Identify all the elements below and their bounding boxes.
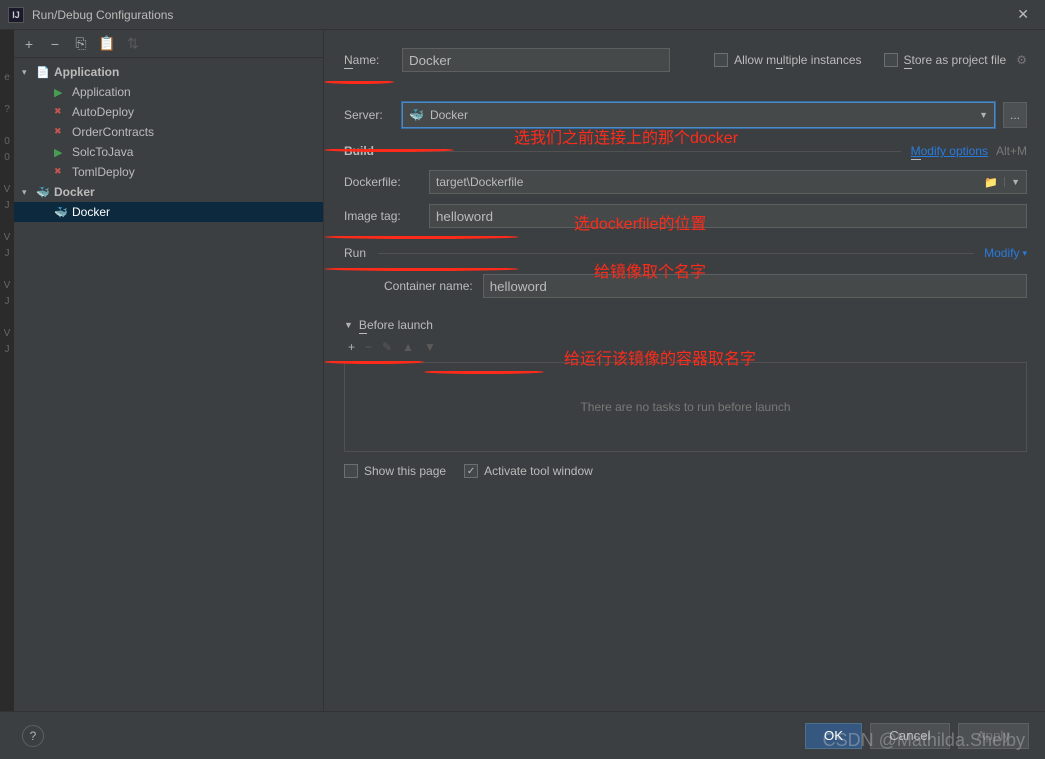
apply-button[interactable]: Apply <box>958 723 1029 749</box>
checkbox-label: Store as project file <box>904 53 1007 67</box>
build-section-title: Build <box>344 144 374 158</box>
dockerfile-label: Dockerfile: <box>344 175 419 189</box>
server-value: Docker <box>430 108 468 122</box>
checkbox-label: Allow multiple instances <box>734 53 861 67</box>
modify-run-link[interactable]: Modify <box>984 246 1019 260</box>
error-icon: ✖ <box>54 106 72 117</box>
ok-button[interactable]: OK <box>805 723 862 749</box>
title-bar: IJ Run/Debug Configurations ✕ <box>0 0 1045 30</box>
folder-icon[interactable]: 📁 <box>984 176 998 189</box>
chevron-down-icon: ▾ <box>22 67 36 78</box>
cancel-button[interactable]: Cancel <box>870 723 950 749</box>
docker-icon: 🐳 <box>36 186 54 199</box>
sidebar-toolbar: + − ⎘ 📋 ⇅ <box>14 30 323 58</box>
error-icon: ✖ <box>54 166 72 177</box>
add-config-button[interactable]: + <box>20 36 38 52</box>
main-panel: Name: Allow multiple instances Store as … <box>324 30 1045 759</box>
tree-label: Docker <box>54 185 95 199</box>
divider <box>378 253 974 254</box>
error-icon: ✖ <box>54 126 72 137</box>
container-label: Container name: <box>384 279 473 293</box>
checkbox-icon <box>344 464 358 478</box>
checkbox-checked-icon: ✓ <box>464 464 478 478</box>
chevron-down-icon[interactable]: ▼ <box>1004 177 1020 187</box>
docker-icon: 🐳 <box>54 206 72 219</box>
dockerfile-input[interactable]: target\Dockerfile 📁 ▼ <box>429 170 1027 194</box>
add-task-button[interactable]: + <box>348 340 355 354</box>
move-up-button[interactable]: ▲ <box>402 340 414 354</box>
allow-multi-checkbox[interactable]: Allow multiple instances <box>714 53 861 67</box>
before-launch-list: There are no tasks to run before launch <box>344 362 1027 452</box>
activate-tool-checkbox[interactable]: ✓ Activate tool window <box>464 464 593 478</box>
checkbox-icon <box>714 53 728 67</box>
chevron-down-icon: ▾ <box>22 187 36 198</box>
run-section-title: Run <box>344 246 366 260</box>
checkbox-label: Activate tool window <box>484 464 593 478</box>
checkbox-label: Show this page <box>364 464 446 478</box>
tree-label: SolcToJava <box>72 145 133 159</box>
tree-label: Application <box>54 65 119 79</box>
tree-item-autodeploy[interactable]: ✖AutoDeploy <box>14 102 323 122</box>
store-project-checkbox[interactable]: Store as project file ⚙ <box>884 53 1028 67</box>
tree-item-docker[interactable]: 🐳Docker <box>14 202 323 222</box>
chevron-down-icon: ▼ <box>344 320 353 330</box>
tree-item-solctojava[interactable]: ▶SolcToJava <box>14 142 323 162</box>
name-label: Name: <box>344 53 394 67</box>
left-gutter: e?00VJVJVJVJ <box>0 30 14 759</box>
gear-icon[interactable]: ⚙ <box>1016 53 1027 67</box>
folder-icon: 📄 <box>36 66 54 79</box>
checkbox-icon <box>884 53 898 67</box>
play-icon: ▶ <box>54 86 72 99</box>
imagetag-input[interactable] <box>429 204 1027 228</box>
chevron-down-icon: ▼ <box>979 110 988 120</box>
play-icon: ▶ <box>54 146 72 159</box>
tree-item-tomldeploy[interactable]: ✖TomlDeploy <box>14 162 323 182</box>
config-tree: ▾ 📄 Application ▶Application ✖AutoDeploy… <box>14 58 323 725</box>
chevron-down-icon: ▾ <box>1022 248 1027 259</box>
sort-config-button[interactable]: ⇅ <box>124 35 142 52</box>
tree-group-application[interactable]: ▾ 📄 Application <box>14 62 323 82</box>
docker-icon: 🐳 <box>409 108 424 122</box>
tree-item-ordercontracts[interactable]: ✖OrderContracts <box>14 122 323 142</box>
app-icon: IJ <box>8 7 24 23</box>
tree-item-application[interactable]: ▶Application <box>14 82 323 102</box>
dockerfile-value: target\Dockerfile <box>436 175 523 189</box>
move-down-button[interactable]: ▼ <box>424 340 436 354</box>
server-browse-button[interactable]: ... <box>1003 102 1027 128</box>
close-icon[interactable]: ✕ <box>1009 2 1037 27</box>
show-page-checkbox[interactable]: Show this page <box>344 464 446 478</box>
dialog-footer: ? OK Cancel Apply <box>0 711 1045 759</box>
copy-config-button[interactable]: ⎘ <box>72 35 90 52</box>
server-label: Server: <box>344 108 394 122</box>
before-launch-label: Before launch <box>359 318 433 332</box>
sidebar: + − ⎘ 📋 ⇅ ▾ 📄 Application ▶Application ✖… <box>14 30 324 759</box>
tree-label: TomlDeploy <box>72 165 135 179</box>
modify-options-link[interactable]: Modify options <box>911 144 988 158</box>
save-config-button[interactable]: 📋 <box>98 35 116 52</box>
edit-task-button[interactable]: ✎ <box>382 340 392 354</box>
imagetag-label: Image tag: <box>344 209 419 223</box>
tree-label: AutoDeploy <box>72 105 134 119</box>
window-title: Run/Debug Configurations <box>32 8 1009 22</box>
tree-label: Docker <box>72 205 110 219</box>
help-button[interactable]: ? <box>22 725 44 747</box>
remove-task-button[interactable]: − <box>365 340 372 354</box>
server-dropdown[interactable]: 🐳 Docker ▼ <box>402 102 995 128</box>
remove-config-button[interactable]: − <box>46 36 64 52</box>
shortcut-hint: Alt+M <box>996 144 1027 158</box>
name-input[interactable] <box>402 48 670 72</box>
empty-message: There are no tasks to run before launch <box>580 400 790 414</box>
tree-label: Application <box>72 85 131 99</box>
tree-label: OrderContracts <box>72 125 154 139</box>
before-launch-toggle[interactable]: ▼ Before launch <box>344 318 1027 332</box>
divider <box>386 151 901 152</box>
container-name-input[interactable] <box>483 274 1027 298</box>
tree-group-docker[interactable]: ▾ 🐳 Docker <box>14 182 323 202</box>
